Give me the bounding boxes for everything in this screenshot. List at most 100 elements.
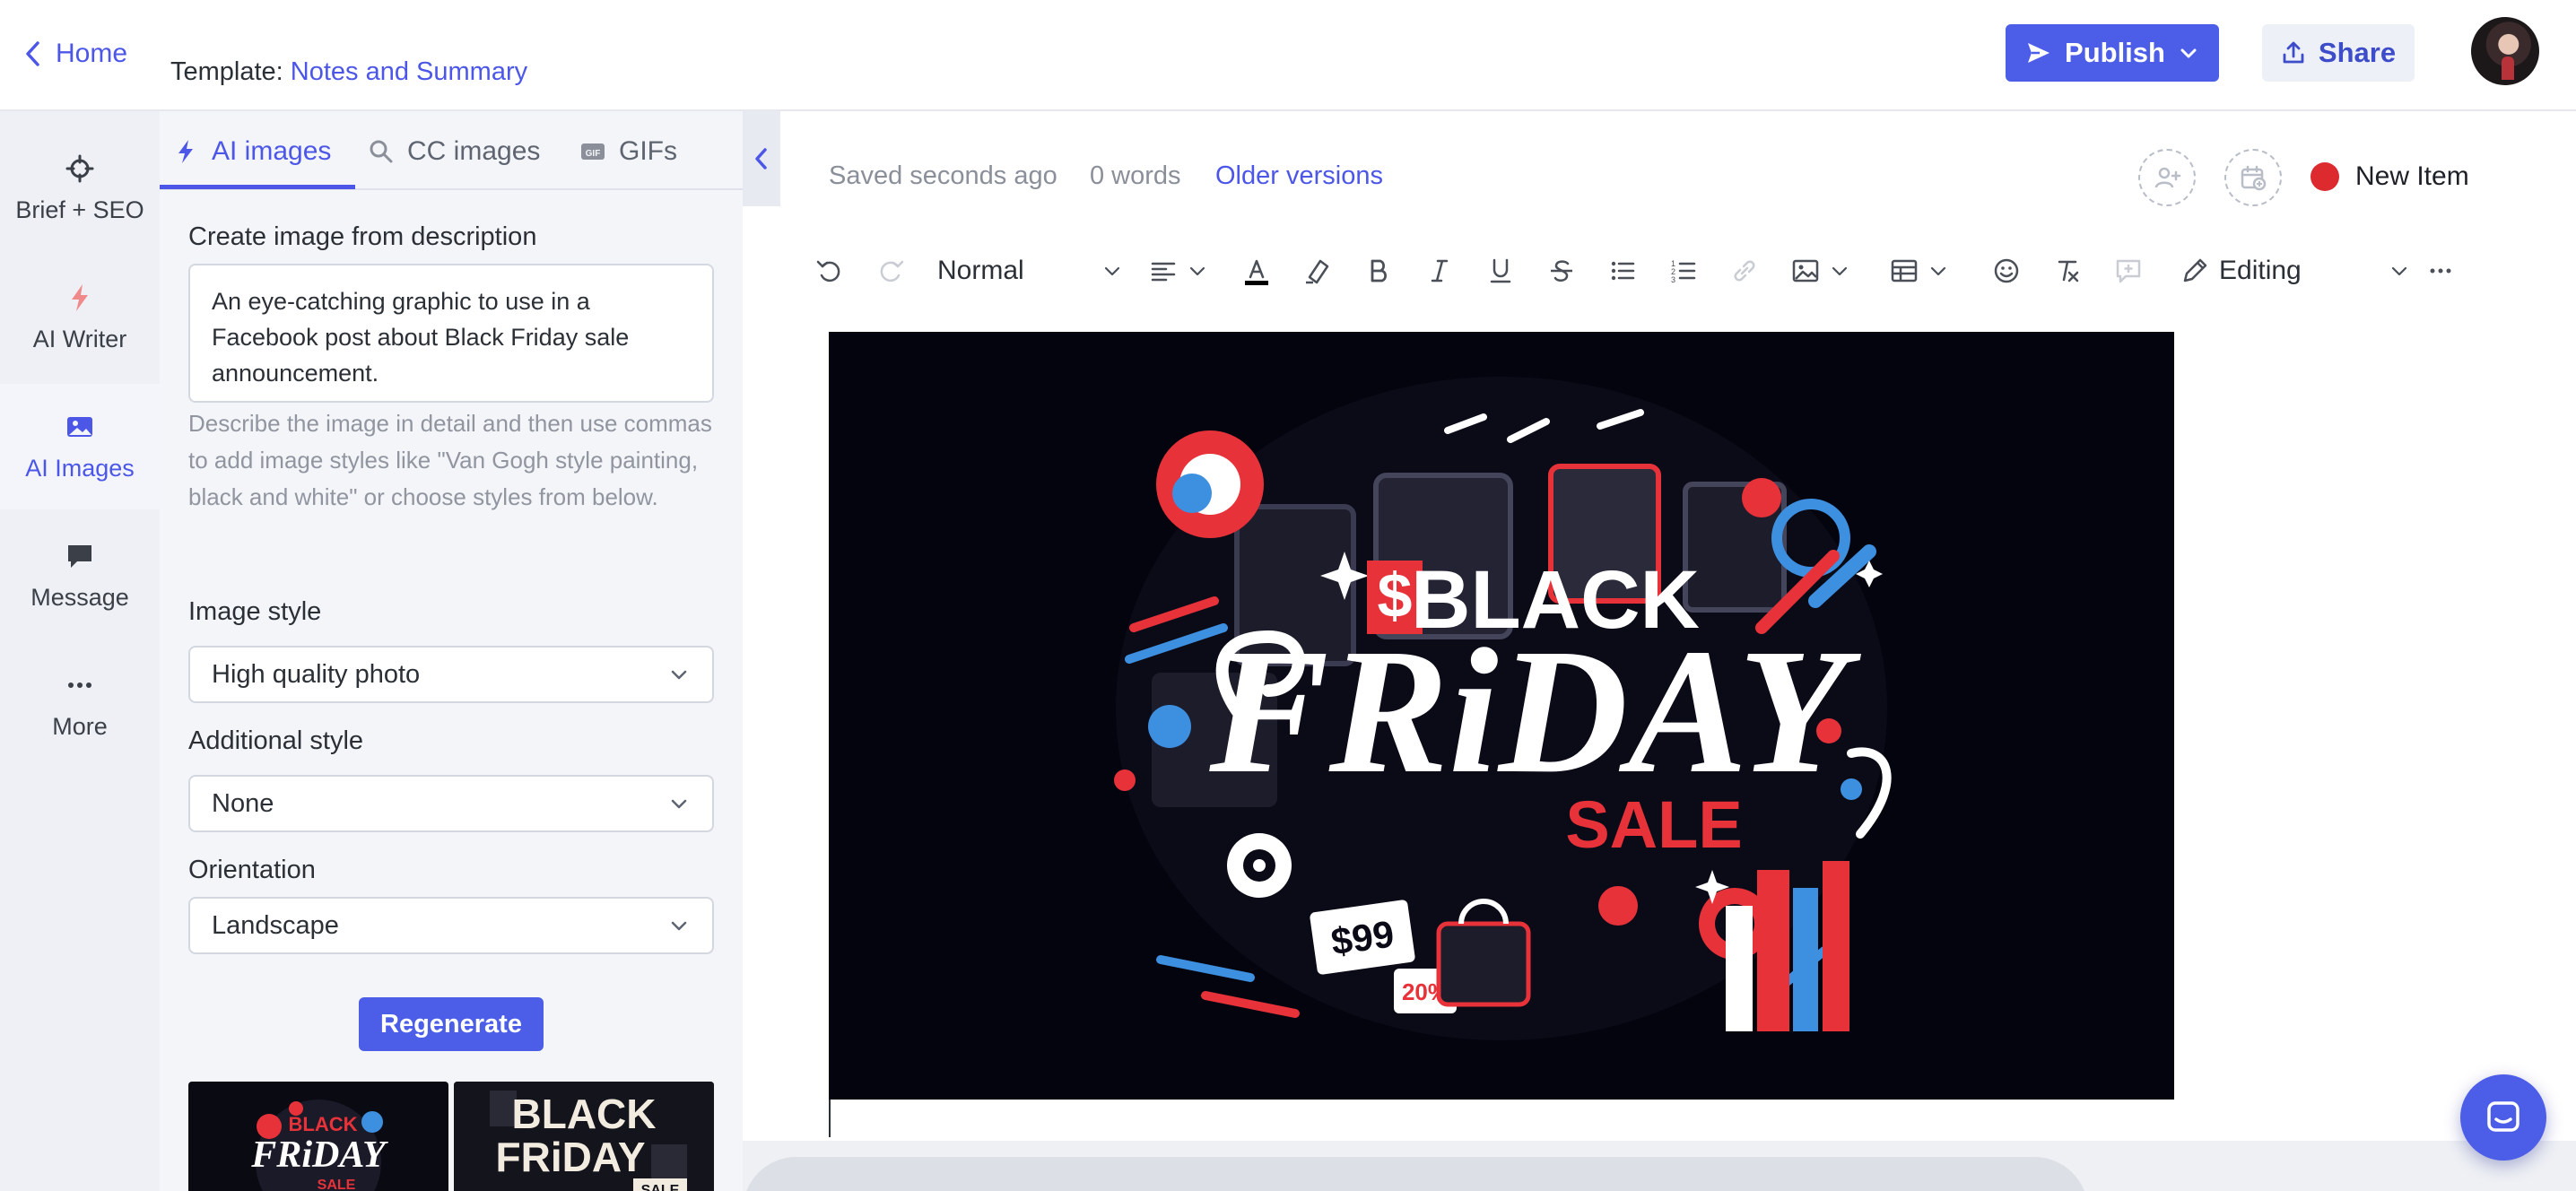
generated-image-thumbnail[interactable]: BLACK FRiDAY SALE (188, 1082, 448, 1191)
chat-icon (2487, 1101, 2519, 1132)
word-count: 0 words (1090, 161, 1181, 190)
align-dropdown[interactable] (1148, 251, 1207, 291)
chevron-down-icon (671, 799, 687, 809)
chevron-down-icon (2391, 266, 2407, 276)
emoji-button[interactable] (1991, 251, 2022, 291)
nav-item-message[interactable]: Message (0, 513, 160, 639)
user-avatar[interactable] (2471, 17, 2539, 85)
highlight-button[interactable] (1302, 251, 1333, 291)
bold-icon (1371, 259, 1387, 283)
regenerate-button[interactable]: Regenerate (359, 997, 544, 1051)
status-color-dot (2311, 162, 2339, 191)
numbered-list-button[interactable]: 123 (1668, 251, 1699, 291)
publish-button[interactable]: Publish (2006, 24, 2219, 82)
thumb-text-sale: SALE (318, 1178, 356, 1191)
add-comment-button[interactable] (2113, 251, 2144, 291)
pencil-icon (2183, 258, 2207, 283)
additional-style-value: None (212, 788, 274, 818)
add-comment-icon (2116, 259, 2141, 283)
text-color-button[interactable] (1241, 251, 1272, 291)
template-name-link[interactable]: Notes and Summary (291, 57, 527, 86)
more-dots-icon (68, 682, 91, 688)
redo-button[interactable] (875, 251, 906, 291)
ai-images-panel: AI images CC images GIF GIFs Create imag… (160, 111, 743, 1191)
nav-item-ai-writer[interactable]: AI Writer (0, 255, 160, 380)
collapse-panel-button[interactable] (743, 111, 780, 206)
generated-image-thumbnail[interactable]: BLACK FRiDAY SALE (454, 1082, 714, 1191)
share-label: Share (2318, 37, 2397, 68)
image-style-value: High quality photo (212, 659, 421, 689)
support-chat-button[interactable] (2460, 1074, 2546, 1161)
publish-label: Publish (2065, 37, 2165, 68)
assign-user-button[interactable] (2138, 149, 2196, 206)
italic-icon (1431, 259, 1449, 283)
nav-item-brief-seo[interactable]: Brief + SEO (0, 126, 160, 251)
highlighter-icon (1306, 259, 1329, 284)
nav-label: Message (30, 583, 129, 611)
editor-bottom-area (743, 1141, 2576, 1191)
active-tab-indicator (160, 185, 355, 189)
tab-gifs[interactable]: GIF GIFs (579, 131, 677, 172)
orientation-value: Landscape (212, 910, 339, 940)
chevron-left-icon (755, 148, 767, 170)
status-selector[interactable]: New Item (2311, 161, 2469, 192)
headline-friday: FRiDAY (1208, 613, 1861, 811)
thumbnail-graphic: BLACK FRiDAY SALE (250, 1100, 388, 1191)
gif-icon: GIF (581, 143, 605, 160)
orientation-select[interactable]: Landscape (188, 897, 714, 954)
underline-button[interactable] (1485, 251, 1516, 291)
thumb-text-sale: SALE (641, 1183, 680, 1191)
emoji-icon (1994, 258, 2019, 283)
chevron-down-icon (671, 670, 687, 680)
italic-button[interactable] (1424, 251, 1455, 291)
thumb-text-friday: FRiDAY (250, 1134, 388, 1176)
more-options-button[interactable] (2425, 251, 2456, 291)
older-versions-link[interactable]: Older versions (1215, 161, 1383, 191)
add-user-icon (2154, 167, 2181, 188)
insert-image-dropdown[interactable] (1790, 251, 1849, 291)
bold-button[interactable] (1363, 251, 1394, 291)
share-button[interactable]: Share (2262, 24, 2415, 82)
black-friday-graphic: $99 20% $ BLACK FRiDAY SALE (1114, 377, 1892, 1040)
upload-share-icon (2283, 41, 2304, 64)
tab-ai-images[interactable]: AI images (172, 131, 331, 172)
nav-label: AI Writer (32, 325, 127, 352)
editor-toolbar: Normal 123 Editing (807, 244, 2458, 298)
schedule-date-button[interactable] (2224, 149, 2282, 206)
table-icon (1891, 259, 1918, 283)
align-left-icon (1151, 262, 1176, 282)
inserted-image[interactable]: $99 20% $ BLACK FRiDAY SALE (829, 332, 2174, 1100)
image-style-select[interactable]: High quality photo (188, 646, 714, 703)
link-icon (1734, 260, 1755, 282)
price-tag-text: $99 (1328, 912, 1397, 962)
clear-format-icon (2058, 260, 2079, 283)
link-button[interactable] (1729, 251, 1760, 291)
bolt-icon (72, 283, 88, 311)
tab-cc-images[interactable]: CC images (368, 131, 540, 172)
home-link[interactable]: Home (23, 36, 127, 72)
search-icon (370, 140, 393, 163)
chevron-down-icon (1930, 266, 1946, 276)
template-info: Template: Notes and Summary (170, 57, 527, 87)
tab-label: CC images (407, 136, 541, 166)
strikethrough-button[interactable] (1546, 251, 1577, 291)
chevron-down-icon (1189, 266, 1205, 276)
image-description-input[interactable]: An eye-catching graphic to use in a Face… (188, 264, 714, 403)
svg-text:3: 3 (1671, 275, 1675, 284)
clear-formatting-button[interactable] (2052, 251, 2083, 291)
editing-mode-label: Editing (2219, 256, 2302, 285)
left-nav: Brief + SEO AI Writer AI Images Message … (0, 111, 160, 1191)
undo-icon (816, 260, 840, 283)
nav-item-ai-images[interactable]: AI Images (0, 384, 160, 509)
thumbnail-graphic: BLACK FRiDAY SALE (454, 1082, 714, 1191)
bulleted-list-button[interactable] (1607, 251, 1638, 291)
block-style-select[interactable]: Normal (937, 251, 1122, 291)
thumb-text-black: BLACK (289, 1113, 358, 1135)
editing-mode-dropdown[interactable]: Editing (2180, 251, 2409, 291)
insert-table-dropdown[interactable] (1889, 251, 1948, 291)
undo-button[interactable] (814, 251, 845, 291)
nav-item-more[interactable]: More (0, 642, 160, 768)
template-prefix: Template: (170, 57, 283, 86)
bolt-icon (178, 140, 193, 163)
additional-style-select[interactable]: None (188, 775, 714, 832)
